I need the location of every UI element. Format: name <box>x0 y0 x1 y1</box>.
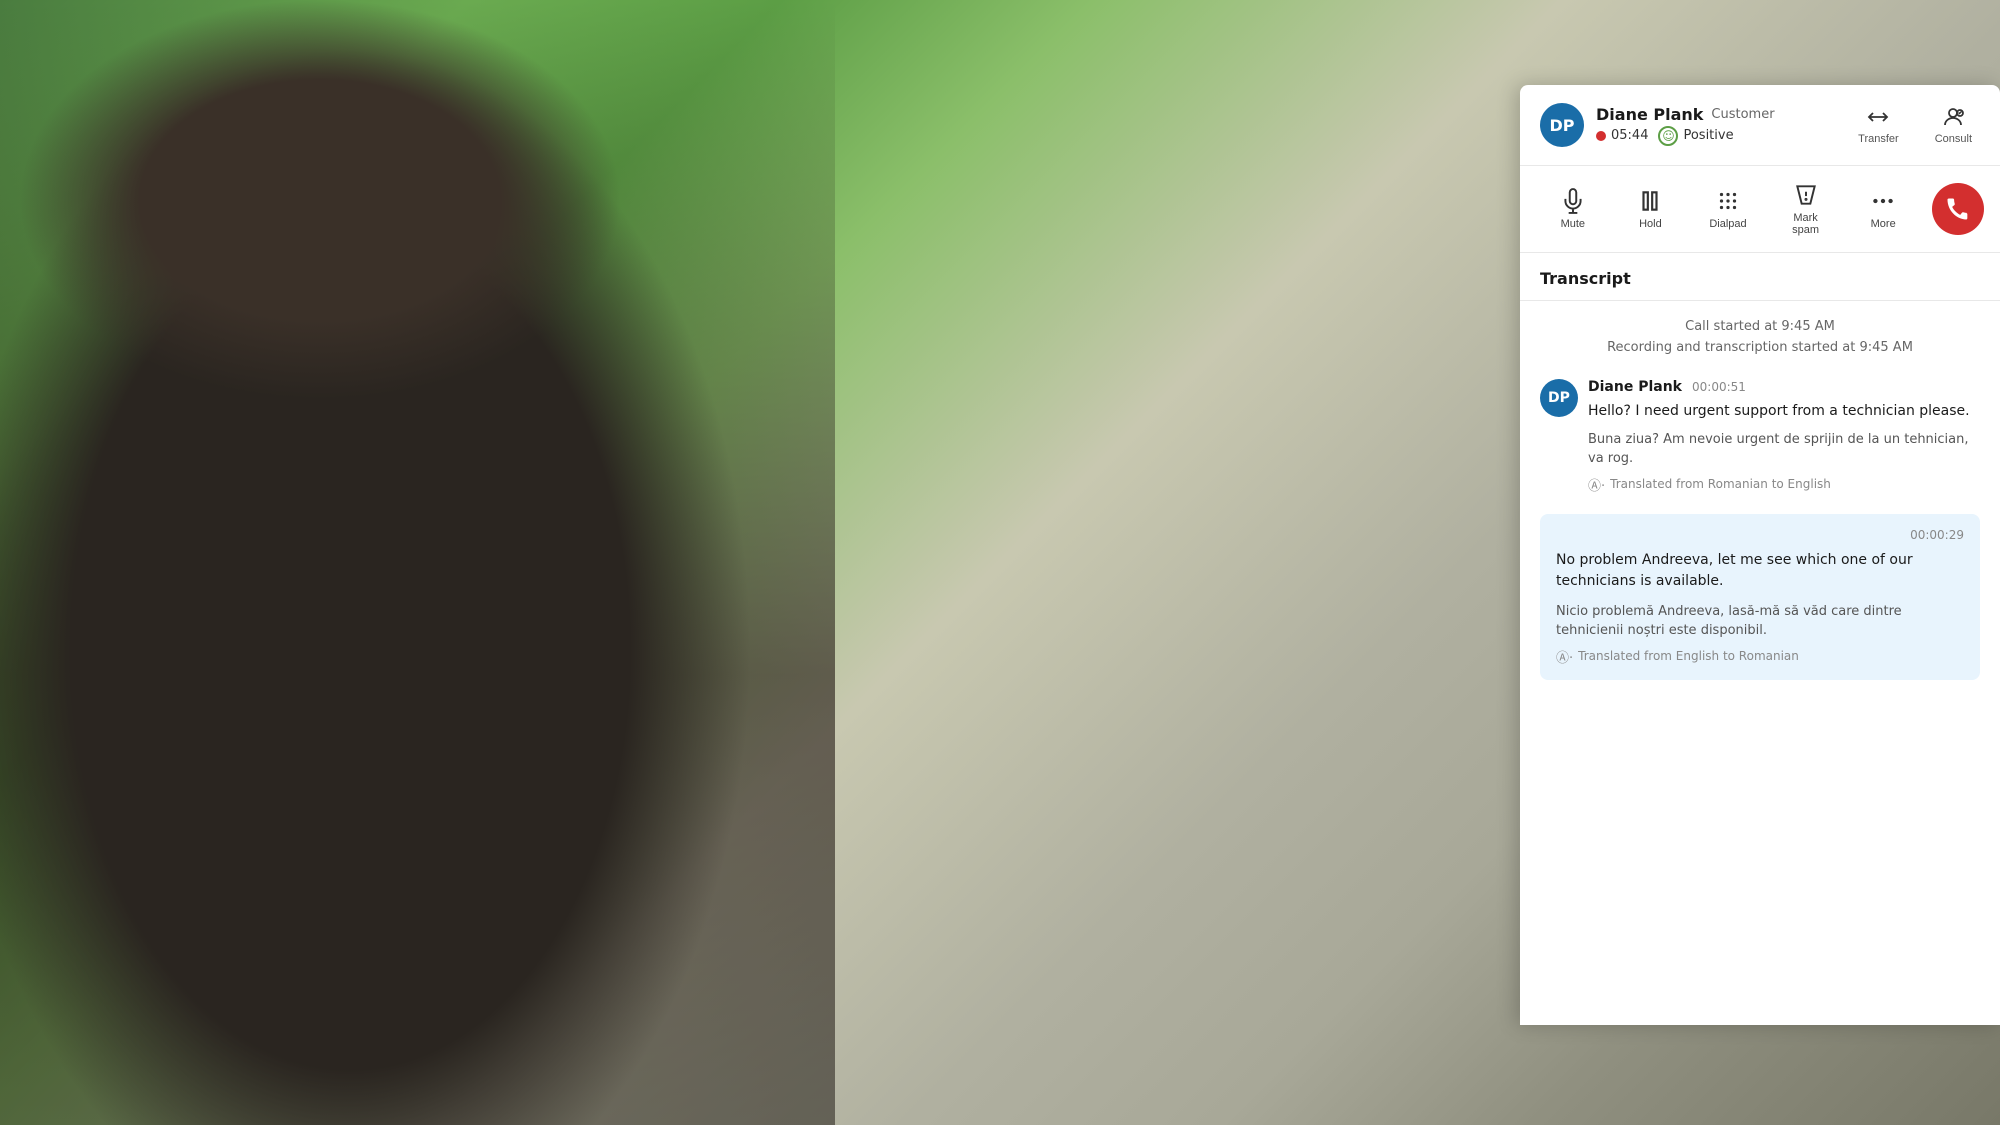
mute-label: Mute <box>1561 218 1585 230</box>
customer-translated-text: Buna ziua? Am nevoie urgent de sprijin d… <box>1588 430 1980 469</box>
header-actions: Transfer Consult <box>1850 101 1980 149</box>
call-started-text: Call started at 9:45 AM <box>1540 317 1980 338</box>
agent-translate-icon: Ⓐ· <box>1556 647 1573 666</box>
transfer-icon <box>1866 105 1890 129</box>
sentiment-icon: ☺ <box>1658 126 1678 146</box>
more-label: More <box>1871 218 1896 230</box>
agent-message-time: 00:00:29 <box>1556 528 1964 542</box>
transcript-body: Call started at 9:45 AM Recording and tr… <box>1520 301 2000 1025</box>
call-header: DP Diane Plank Customer 05:44 ☺ Positive <box>1520 85 2000 166</box>
customer-message-header: Diane Plank 00:00:51 <box>1588 379 1980 395</box>
hold-label: Hold <box>1639 218 1662 230</box>
more-button[interactable]: More <box>1846 180 1920 238</box>
caller-role: Customer <box>1711 107 1774 122</box>
consult-button[interactable]: Consult <box>1927 101 1980 149</box>
customer-avatar: DP <box>1540 379 1578 417</box>
dialpad-icon <box>1715 188 1741 214</box>
dialpad-button[interactable]: Dialpad <box>1691 180 1765 238</box>
caller-status-row: 05:44 ☺ Positive <box>1596 126 1838 146</box>
dialpad-label: Dialpad <box>1709 218 1746 230</box>
caller-name-row: Diane Plank Customer <box>1596 105 1838 124</box>
hold-icon <box>1637 188 1663 214</box>
recording-indicator <box>1596 131 1606 141</box>
call-panel: DP Diane Plank Customer 05:44 ☺ Positive <box>1520 85 2000 1025</box>
caller-info: Diane Plank Customer 05:44 ☺ Positive <box>1596 105 1838 146</box>
agent-translation-note: Ⓐ· Translated from English to Romanian <box>1556 647 1964 666</box>
call-toolbar: Mute Hold Dialpad <box>1520 166 2000 253</box>
agent-translated-text: Nicio problemă Andreeva, lasă-mă să văd … <box>1556 602 1964 641</box>
sentiment-indicator: ☺ Positive <box>1658 126 1733 146</box>
customer-message-text: Hello? I need urgent support from a tech… <box>1588 401 1980 422</box>
mute-button[interactable]: Mute <box>1536 180 1610 238</box>
agent-message-bubble: 00:00:29 No problem Andreeva, let me see… <box>1540 514 1980 680</box>
transcript-header: Transcript <box>1520 253 2000 301</box>
end-call-icon <box>1944 195 1972 223</box>
consult-icon <box>1941 105 1965 129</box>
hold-button[interactable]: Hold <box>1614 180 1688 238</box>
customer-message-content: Diane Plank 00:00:51 Hello? I need urgen… <box>1588 379 1980 494</box>
mark-spam-label: Mark spam <box>1781 212 1831 236</box>
translate-icon: Ⓐ· <box>1588 475 1605 494</box>
mute-icon <box>1560 188 1586 214</box>
mark-spam-icon <box>1793 182 1819 208</box>
mark-spam-button[interactable]: Mark spam <box>1769 174 1843 244</box>
customer-message-time: 00:00:51 <box>1692 380 1746 394</box>
call-metadata: Call started at 9:45 AM Recording and tr… <box>1540 317 1980 359</box>
more-icon <box>1870 188 1896 214</box>
agent-message-text: No problem Andreeva, let me see which on… <box>1556 550 1964 592</box>
caller-name: Diane Plank <box>1596 105 1703 124</box>
transfer-label: Transfer <box>1858 133 1899 145</box>
customer-sender-name: Diane Plank <box>1588 379 1682 395</box>
call-timer: 05:44 <box>1596 128 1648 143</box>
consult-label: Consult <box>1935 133 1972 145</box>
customer-translation-note: Ⓐ· Translated from Romanian to English <box>1588 475 1980 494</box>
customer-message-row: DP Diane Plank 00:00:51 Hello? I need ur… <box>1540 379 1980 494</box>
recording-started-text: Recording and transcription started at 9… <box>1540 338 1980 359</box>
end-call-button[interactable] <box>1932 183 1984 235</box>
person-photo <box>0 0 835 1125</box>
agent-message-row: 00:00:29 No problem Andreeva, let me see… <box>1540 514 1980 680</box>
transfer-button[interactable]: Transfer <box>1850 101 1907 149</box>
caller-avatar: DP <box>1540 103 1584 147</box>
